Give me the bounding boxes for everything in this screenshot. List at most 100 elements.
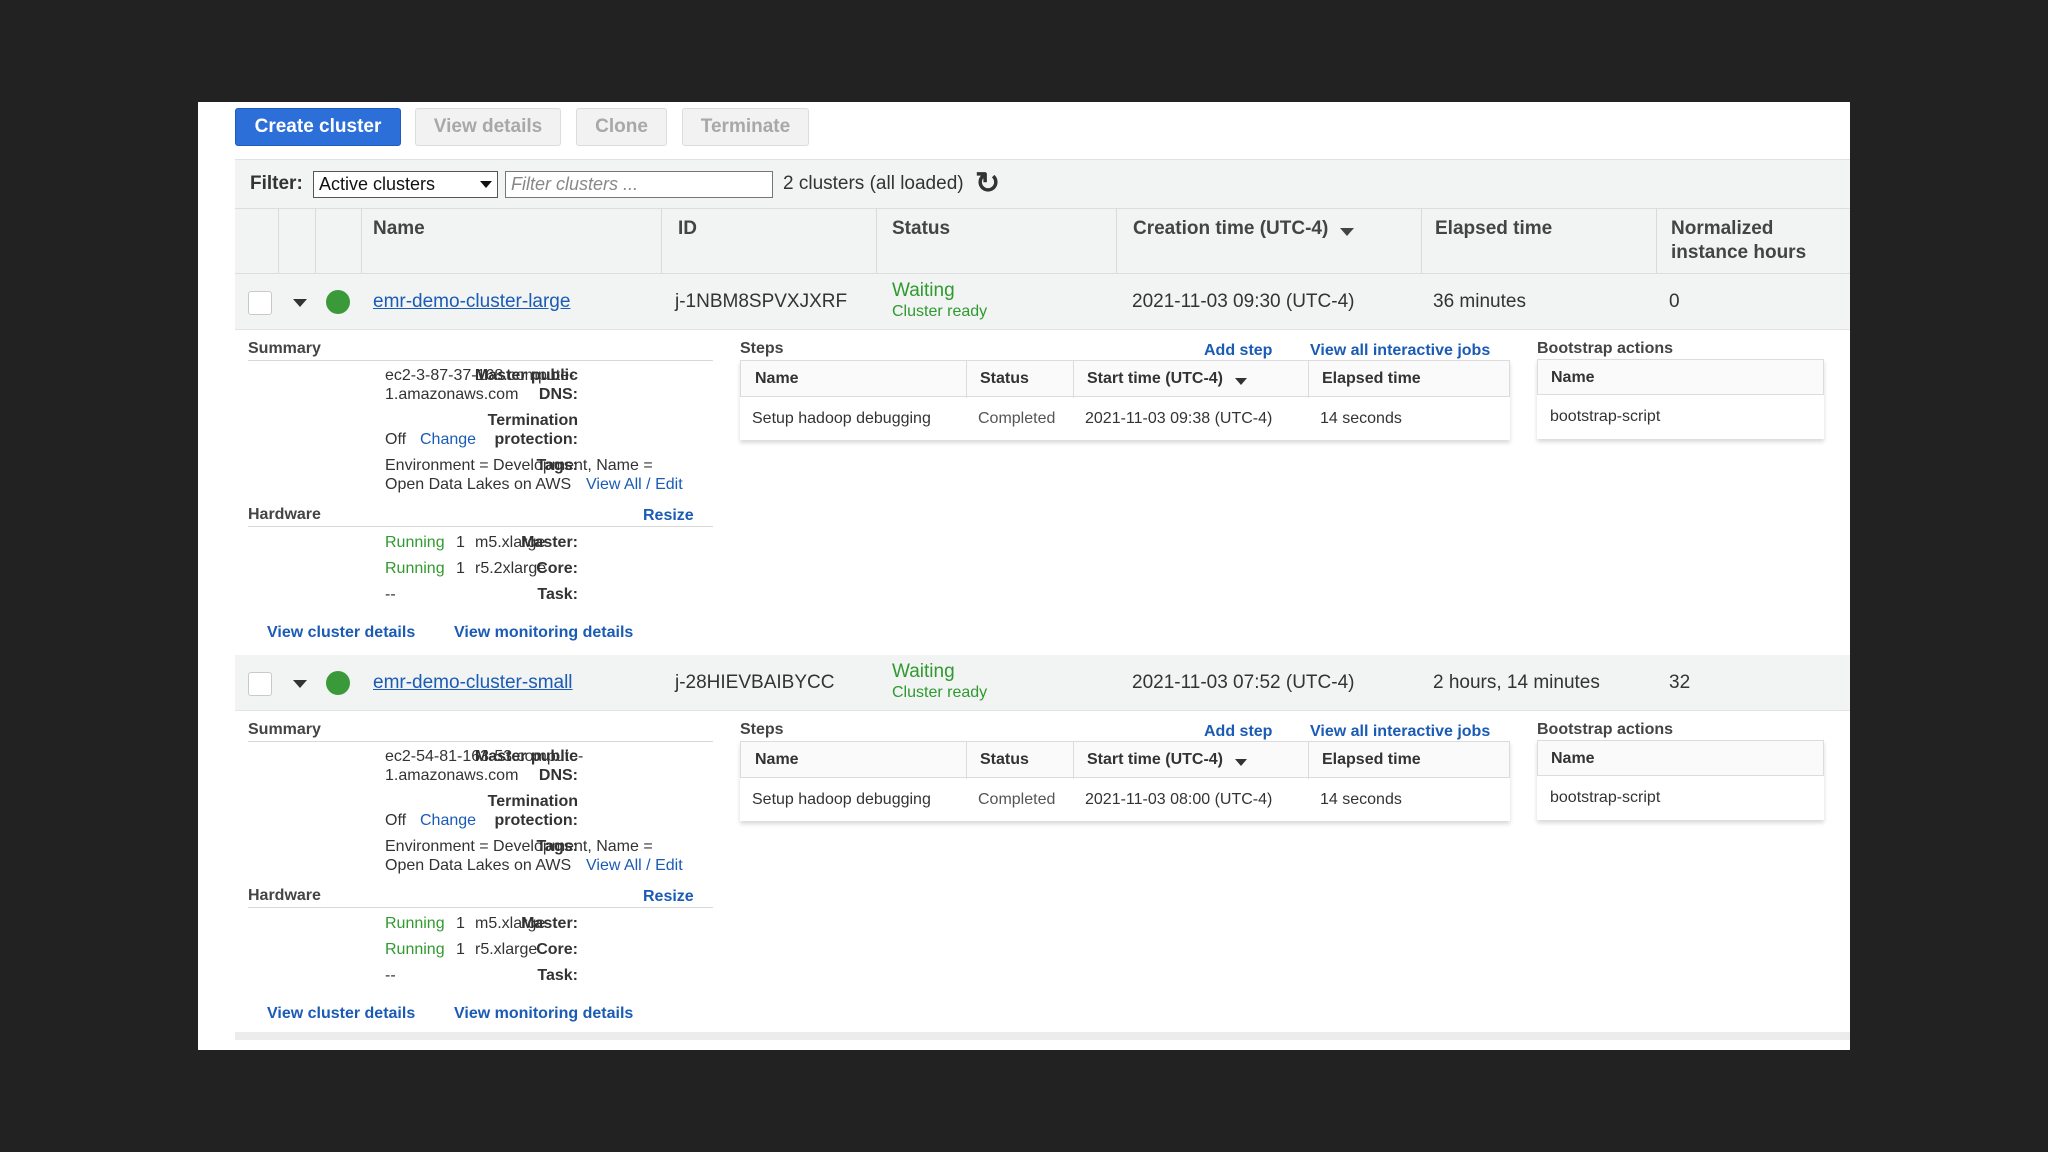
summary-title: Summary bbox=[248, 721, 321, 738]
task-value: -- bbox=[385, 586, 396, 603]
refresh-icon[interactable]: ↻ bbox=[975, 169, 1000, 199]
view-cluster-details-link[interactable]: View cluster details bbox=[267, 1004, 415, 1023]
master-dns-value: ec2-54-81-163-53.compute- bbox=[385, 748, 584, 765]
steps-table-header: Name Status Start time (UTC-4) Elapsed t… bbox=[740, 741, 1510, 779]
tags-view-all-link[interactable]: View All / Edit bbox=[586, 856, 683, 875]
row-checkbox[interactable] bbox=[248, 672, 272, 696]
task-label: Task: bbox=[537, 586, 578, 603]
collapse-caret-icon[interactable] bbox=[293, 299, 307, 307]
cluster-row[interactable]: emr-demo-cluster-small j-28HIEVBAIBYCC W… bbox=[235, 655, 1850, 711]
steps-title: Steps bbox=[740, 340, 784, 357]
bootstrap-header-name[interactable]: Name bbox=[1551, 750, 1595, 768]
filter-clusters-input[interactable]: Filter clusters ... bbox=[505, 171, 773, 198]
row-checkbox[interactable] bbox=[248, 291, 272, 315]
master-dns-value: ec2-3-87-37-168.compute- bbox=[385, 367, 575, 384]
cluster-id: j-28HIEVBAIBYCC bbox=[675, 672, 835, 693]
cluster-instance-hours: 32 bbox=[1669, 672, 1691, 693]
section-divider bbox=[248, 360, 713, 361]
column-header-name[interactable]: Name bbox=[373, 217, 425, 241]
column-divider bbox=[1308, 742, 1309, 779]
summary-title: Summary bbox=[248, 340, 321, 357]
filter-select-value: Active clusters bbox=[319, 174, 436, 194]
bootstrap-header-name[interactable]: Name bbox=[1551, 369, 1595, 387]
column-divider bbox=[361, 209, 362, 273]
cluster-filter-select[interactable]: Active clusters bbox=[313, 171, 498, 198]
step-elapsed-time: 14 seconds bbox=[1320, 791, 1402, 808]
cluster-elapsed-time: 2 hours, 14 minutes bbox=[1433, 672, 1600, 693]
column-header-elapsed[interactable]: Elapsed time bbox=[1435, 217, 1552, 241]
termination-value: Off bbox=[385, 812, 407, 829]
column-header-status[interactable]: Status bbox=[892, 217, 950, 241]
step-start-time: 2021-11-03 08:00 (UTC-4) bbox=[1085, 791, 1273, 808]
add-step-link[interactable]: Add step bbox=[1204, 341, 1272, 360]
step-name-link[interactable]: Setup hadoop debugging bbox=[752, 410, 931, 428]
termination-label-2: protection: bbox=[494, 431, 578, 448]
column-header-creation-time[interactable]: Creation time (UTC-4) bbox=[1133, 217, 1355, 241]
step-name-link[interactable]: Setup hadoop debugging bbox=[752, 791, 931, 809]
status-dot-icon bbox=[326, 290, 350, 314]
status-dot-icon bbox=[326, 671, 350, 695]
cluster-row[interactable]: emr-demo-cluster-large j-1NBM8SPVXJXRF W… bbox=[235, 274, 1850, 330]
termination-change-link[interactable]: Change bbox=[420, 430, 476, 449]
view-interactive-jobs-link[interactable]: View all interactive jobs bbox=[1310, 722, 1490, 741]
steps-header-elapsed[interactable]: Elapsed time bbox=[1322, 370, 1421, 388]
tags-view-all-link[interactable]: View All / Edit bbox=[586, 475, 683, 494]
terminate-button[interactable]: Terminate bbox=[682, 108, 809, 146]
cluster-status: Waiting bbox=[892, 280, 955, 301]
view-monitoring-details-link[interactable]: View monitoring details bbox=[454, 623, 633, 642]
hardware-title: Hardware bbox=[248, 506, 321, 523]
view-interactive-jobs-link[interactable]: View all interactive jobs bbox=[1310, 341, 1490, 360]
steps-header-status[interactable]: Status bbox=[980, 370, 1029, 388]
core-count: 1 bbox=[456, 560, 465, 577]
create-cluster-button[interactable]: Create cluster bbox=[235, 108, 401, 146]
termination-label: Termination bbox=[487, 412, 578, 429]
bootstrap-table: Name bootstrap-script bbox=[1537, 359, 1824, 439]
section-divider bbox=[248, 907, 713, 908]
collapse-caret-icon[interactable] bbox=[293, 680, 307, 688]
resize-link[interactable]: Resize bbox=[643, 506, 694, 525]
emr-clusters-panel: Create cluster View details Clone Termin… bbox=[198, 102, 1850, 1050]
steps-header-start-label: Start time (UTC-4) bbox=[1087, 370, 1224, 387]
steps-header-start[interactable]: Start time (UTC-4) bbox=[1087, 751, 1248, 769]
termination-change-link[interactable]: Change bbox=[420, 811, 476, 830]
section-divider bbox=[248, 526, 713, 527]
view-monitoring-details-link[interactable]: View monitoring details bbox=[454, 1004, 633, 1023]
steps-header-name[interactable]: Name bbox=[755, 370, 799, 388]
steps-table: Name Status Start time (UTC-4) Elapsed t… bbox=[740, 360, 1510, 440]
steps-table-header: Name Status Start time (UTC-4) Elapsed t… bbox=[740, 360, 1510, 398]
termination-value: Off bbox=[385, 431, 407, 448]
view-cluster-details-link[interactable]: View cluster details bbox=[267, 623, 415, 642]
cluster-name-link[interactable]: emr-demo-cluster-large bbox=[373, 291, 570, 313]
clone-button[interactable]: Clone bbox=[576, 108, 667, 146]
resize-link[interactable]: Resize bbox=[643, 887, 694, 906]
column-header-normalized-1[interactable]: Normalized bbox=[1671, 217, 1773, 241]
steps-header-elapsed[interactable]: Elapsed time bbox=[1322, 751, 1421, 769]
column-divider bbox=[1073, 361, 1074, 398]
column-divider bbox=[661, 209, 662, 273]
add-step-link[interactable]: Add step bbox=[1204, 722, 1272, 741]
column-header-id[interactable]: ID bbox=[678, 217, 697, 241]
steps-header-status[interactable]: Status bbox=[980, 751, 1029, 769]
sort-descending-icon bbox=[1340, 228, 1355, 236]
steps-header-start-label: Start time (UTC-4) bbox=[1087, 751, 1224, 768]
steps-table: Name Status Start time (UTC-4) Elapsed t… bbox=[740, 741, 1510, 821]
master-dns-value-2: 1.amazonaws.com bbox=[385, 386, 519, 403]
view-details-button[interactable]: View details bbox=[415, 108, 561, 146]
bootstrap-script-link[interactable]: bootstrap-script bbox=[1550, 408, 1660, 426]
bootstrap-table-header: Name bbox=[1537, 740, 1824, 776]
master-count: 1 bbox=[456, 534, 465, 551]
steps-header-start[interactable]: Start time (UTC-4) bbox=[1087, 370, 1248, 388]
column-divider bbox=[1421, 209, 1422, 273]
master-count: 1 bbox=[456, 915, 465, 932]
steps-header-name[interactable]: Name bbox=[755, 751, 799, 769]
master-instance-type: m5.xlarge bbox=[475, 915, 546, 932]
master-dns-label-2: DNS: bbox=[538, 386, 578, 403]
column-divider bbox=[966, 361, 967, 398]
bootstrap-title: Bootstrap actions bbox=[1537, 340, 1674, 357]
column-header-normalized-2[interactable]: instance hours bbox=[1671, 241, 1806, 265]
master-state: Running bbox=[385, 534, 445, 551]
step-status: Completed bbox=[978, 410, 1056, 427]
section-divider bbox=[248, 741, 713, 742]
bootstrap-script-link[interactable]: bootstrap-script bbox=[1550, 789, 1660, 807]
cluster-name-link[interactable]: emr-demo-cluster-small bbox=[373, 672, 573, 694]
